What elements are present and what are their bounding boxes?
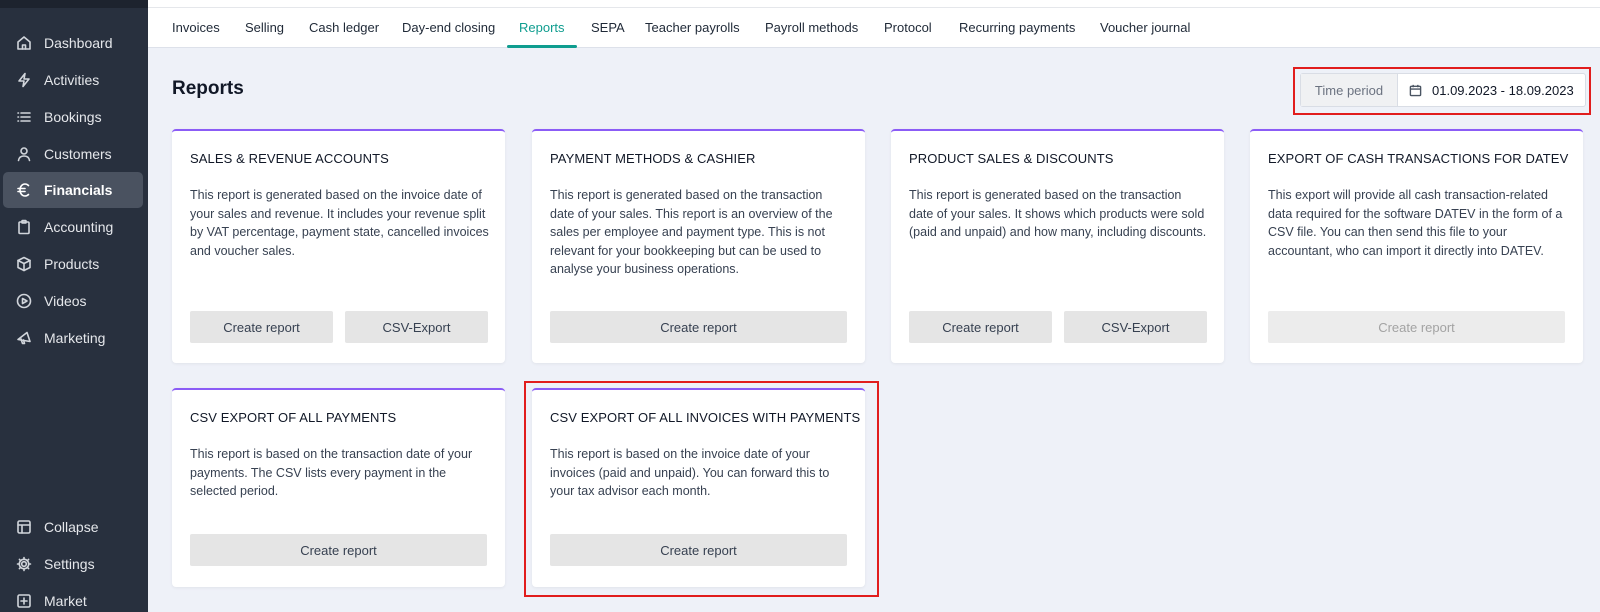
report-card-product-sales: PRODUCT SALES & DISCOUNTS This report is… bbox=[891, 129, 1224, 363]
sidebar-item-label: Videos bbox=[44, 293, 87, 309]
sidebar-item-label: Accounting bbox=[44, 219, 114, 235]
calendar-icon bbox=[1409, 84, 1422, 96]
tab-sepa[interactable]: SEPA bbox=[591, 8, 625, 48]
sidebar-item-label: Dashboard bbox=[44, 35, 113, 51]
create-report-button[interactable]: Create report bbox=[550, 311, 847, 343]
card-title: PAYMENT METHODS & CASHIER bbox=[550, 151, 756, 166]
tab-protocol[interactable]: Protocol bbox=[884, 8, 932, 48]
tab-invoices[interactable]: Invoices bbox=[172, 8, 220, 48]
card-title: EXPORT OF CASH TRANSACTIONS FOR DATEV bbox=[1268, 151, 1569, 166]
card-title: PRODUCT SALES & DISCOUNTS bbox=[909, 151, 1114, 166]
card-description: This report is based on the transaction … bbox=[190, 447, 473, 498]
sidebar-item-label: Activities bbox=[44, 72, 100, 88]
gear-icon bbox=[16, 556, 32, 572]
report-card-payment-methods: PAYMENT METHODS & CASHIER This report is… bbox=[532, 129, 865, 363]
sidebar: Dashboard Activities Bookings Customers … bbox=[0, 0, 148, 612]
tab-selling[interactable]: Selling bbox=[245, 8, 284, 48]
report-card-sales-revenue: SALES & REVENUE ACCOUNTS This report is … bbox=[172, 129, 505, 363]
highlight-frame-invoices-card bbox=[524, 381, 879, 597]
card-title: SALES & REVENUE ACCOUNTS bbox=[190, 151, 389, 166]
collapse-icon bbox=[16, 519, 32, 535]
sidebar-item-marketing[interactable]: Marketing bbox=[3, 320, 143, 356]
csv-export-button[interactable]: CSV-Export bbox=[1064, 311, 1207, 343]
tab-recurring-payments[interactable]: Recurring payments bbox=[959, 8, 1075, 48]
active-tab-indicator bbox=[507, 45, 577, 48]
top-edge bbox=[148, 0, 1600, 8]
create-report-button[interactable]: Create report bbox=[909, 311, 1052, 343]
create-report-button-disabled: Create report bbox=[1268, 311, 1565, 343]
box-icon bbox=[16, 256, 32, 272]
sidebar-item-videos[interactable]: Videos bbox=[3, 283, 143, 319]
card-description: This report is generated based on the tr… bbox=[550, 188, 833, 276]
tab-reports[interactable]: Reports bbox=[519, 8, 565, 48]
sidebar-item-activities[interactable]: Activities bbox=[3, 62, 143, 98]
clipboard-icon bbox=[16, 219, 32, 235]
list-icon bbox=[16, 109, 32, 125]
report-card-all-payments: CSV EXPORT OF ALL PAYMENTS This report i… bbox=[172, 388, 505, 587]
sidebar-item-customers[interactable]: Customers bbox=[3, 136, 143, 172]
date-range-value: 01.09.2023 - 18.09.2023 bbox=[1432, 82, 1574, 98]
csv-export-button[interactable]: CSV-Export bbox=[345, 311, 488, 343]
sidebar-item-label: Products bbox=[44, 256, 100, 272]
lightning-icon bbox=[16, 72, 32, 88]
sidebar-item-dashboard[interactable]: Dashboard bbox=[3, 25, 143, 61]
date-range-field[interactable]: 01.09.2023 - 18.09.2023 bbox=[1398, 74, 1585, 106]
card-title: CSV EXPORT OF ALL PAYMENTS bbox=[190, 410, 397, 425]
tab-payroll-methods[interactable]: Payroll methods bbox=[765, 8, 858, 48]
sidebar-item-label: Settings bbox=[44, 556, 95, 572]
report-card-datev-export: EXPORT OF CASH TRANSACTIONS FOR DATEV Th… bbox=[1250, 129, 1583, 363]
sidebar-top-strip bbox=[0, 0, 148, 8]
sidebar-item-label: Marketing bbox=[44, 330, 106, 346]
sidebar-item-label: Market bbox=[44, 593, 87, 609]
sidebar-item-label: Collapse bbox=[44, 519, 99, 535]
card-description: This report is generated based on the tr… bbox=[909, 188, 1207, 239]
sidebar-item-collapse[interactable]: Collapse bbox=[3, 509, 143, 545]
sidebar-item-products[interactable]: Products bbox=[3, 246, 143, 282]
top-tab-bar: Invoices Selling Cash ledger Day-end clo… bbox=[148, 0, 1600, 48]
user-icon bbox=[16, 146, 32, 162]
tab-teacher-payrolls[interactable]: Teacher payrolls bbox=[645, 8, 740, 48]
sidebar-item-label: Customers bbox=[44, 146, 112, 162]
card-description: This export will provide all cash transa… bbox=[1268, 188, 1563, 258]
sidebar-item-label: Financials bbox=[44, 182, 113, 198]
time-period-picker[interactable]: Time period 01.09.2023 - 18.09.2023 bbox=[1300, 73, 1586, 107]
sidebar-item-label: Bookings bbox=[44, 109, 102, 125]
time-period-label: Time period bbox=[1301, 74, 1398, 106]
sidebar-item-accounting[interactable]: Accounting bbox=[3, 209, 143, 245]
sidebar-item-market[interactable]: Market bbox=[3, 583, 143, 612]
tab-day-end-closing[interactable]: Day-end closing bbox=[402, 8, 495, 48]
megaphone-icon bbox=[16, 330, 32, 346]
tab-voucher-journal[interactable]: Voucher journal bbox=[1100, 8, 1190, 48]
sidebar-item-settings[interactable]: Settings bbox=[3, 546, 143, 582]
card-description: This report is generated based on the in… bbox=[190, 188, 489, 258]
play-icon bbox=[16, 293, 32, 309]
create-report-button[interactable]: Create report bbox=[190, 311, 333, 343]
page-title: Reports bbox=[172, 78, 244, 99]
home-icon bbox=[16, 35, 32, 51]
euro-icon bbox=[16, 182, 32, 198]
create-report-button[interactable]: Create report bbox=[190, 534, 487, 566]
sidebar-item-financials[interactable]: Financials bbox=[3, 172, 143, 208]
tab-cash-ledger[interactable]: Cash ledger bbox=[309, 8, 379, 48]
sidebar-item-bookings[interactable]: Bookings bbox=[3, 99, 143, 135]
plus-square-icon bbox=[16, 593, 32, 609]
